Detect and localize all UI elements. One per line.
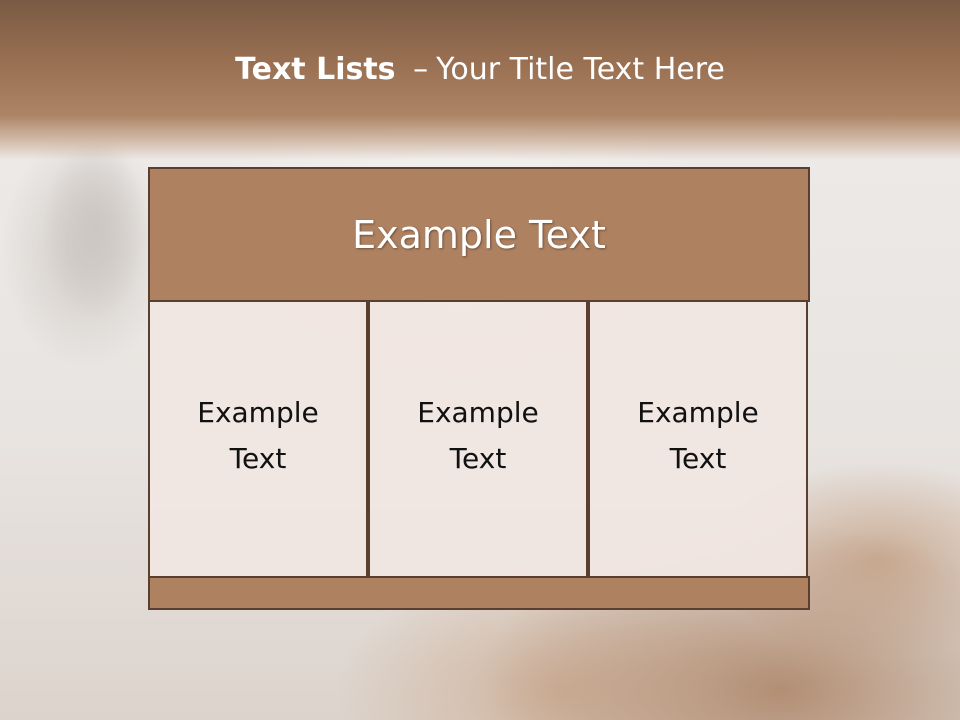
diagram-column-2: Example Text <box>368 300 588 578</box>
diagram-header-box: Example Text <box>148 167 810 302</box>
column-2-text: Example Text <box>417 396 539 475</box>
column-3-text: Example Text <box>637 396 759 475</box>
title-rest: Your Title Text Here <box>436 52 725 87</box>
title-bold: Text Lists <box>235 52 396 87</box>
diagram-column-3: Example Text <box>588 300 808 578</box>
diagram-columns: Example Text Example Text Example Text <box>148 300 810 578</box>
text-list-diagram: Example Text Example Text Example Text E… <box>148 167 810 610</box>
slide-title: Text Lists – Your Title Text Here <box>0 52 960 87</box>
column-1-text: Example Text <box>197 396 319 475</box>
diagram-footer-bar <box>148 576 810 610</box>
slide: Text Lists – Your Title Text Here Example… <box>0 0 960 720</box>
diagram-header-text: Example Text <box>352 212 606 257</box>
title-separator: – <box>413 52 429 87</box>
diagram-column-1: Example Text <box>148 300 368 578</box>
